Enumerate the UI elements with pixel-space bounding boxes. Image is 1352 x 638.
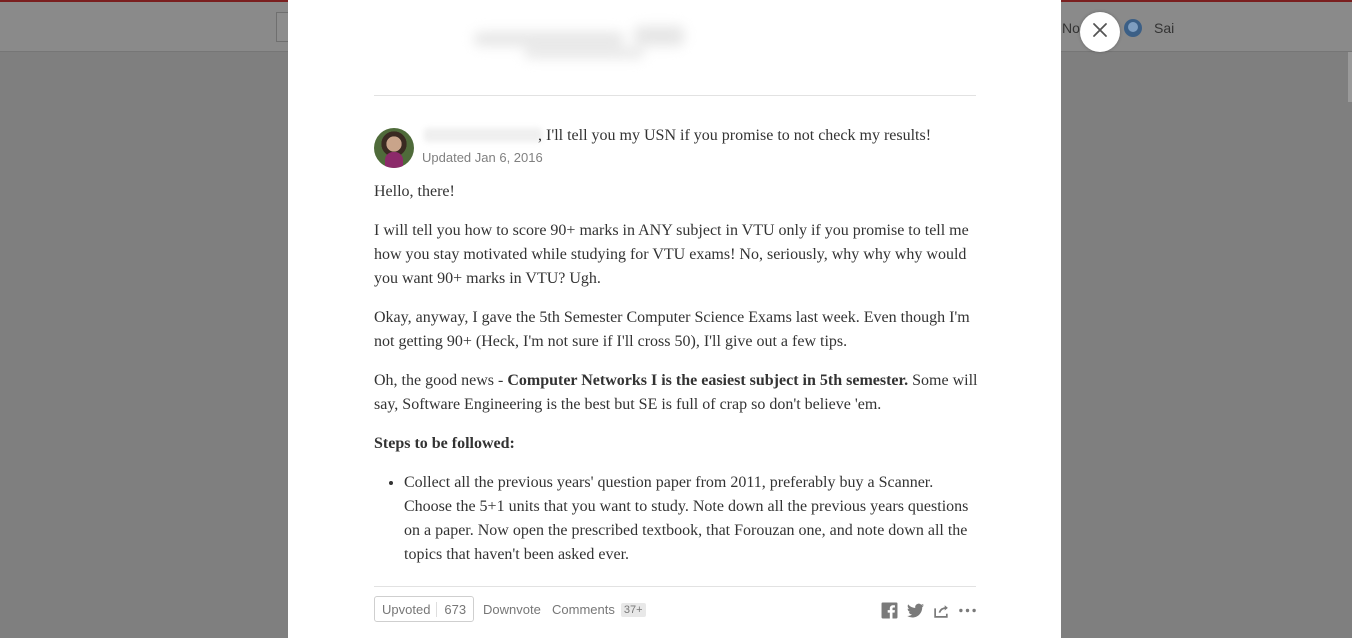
- steps-list: Collect all the previous years' question…: [374, 471, 978, 567]
- paragraph-text: Oh, the good news -: [374, 372, 508, 389]
- steps-heading: Steps to be followed:: [374, 435, 515, 452]
- background-scrollbar: [1348, 52, 1352, 102]
- downvote-button[interactable]: Downvote: [483, 602, 541, 617]
- author-name-redacted[interactable]: [424, 128, 542, 142]
- comments-label: Comments: [552, 602, 615, 617]
- comments-button[interactable]: Comments 37+: [552, 602, 646, 617]
- facebook-icon[interactable]: [880, 601, 898, 619]
- answer-body: Hello, there! I will tell you how to sco…: [374, 180, 978, 567]
- share-icon[interactable]: [932, 601, 950, 619]
- bold-text: Computer Networks I is the easiest subje…: [507, 372, 909, 389]
- paragraph: I will tell you how to score 90+ marks i…: [374, 222, 969, 287]
- action-bar: Upvoted 673 Downvote Comments 37+: [374, 586, 976, 638]
- background-nav-item: Notifications: [1062, 20, 1080, 36]
- answer-updated-date[interactable]: Updated Jan 6, 2016: [422, 150, 543, 165]
- close-icon: [1092, 22, 1108, 43]
- author-credential: , I'll tell you my USN if you promise to…: [538, 127, 932, 144]
- paragraph: Hello, there!: [374, 183, 455, 200]
- user-name: Sai: [1154, 20, 1175, 36]
- author-avatar[interactable]: [374, 128, 414, 168]
- blurred-previous-content: [464, 18, 694, 68]
- upvote-count: 673: [436, 601, 473, 617]
- paragraph: Oh, the good news - Computer Networks I …: [374, 369, 978, 417]
- comments-count: 37+: [620, 602, 646, 617]
- more-icon[interactable]: [958, 601, 976, 619]
- answer-modal: , I'll tell you my USN if you promise to…: [288, 0, 1061, 638]
- upvote-button[interactable]: Upvoted 673: [374, 596, 475, 622]
- share-icons: [880, 601, 976, 619]
- twitter-icon[interactable]: [906, 601, 924, 619]
- upvote-label: Upvoted: [382, 601, 431, 617]
- close-button[interactable]: [1080, 12, 1120, 52]
- user-avatar: [1124, 19, 1142, 37]
- list-item: Collect all the previous years' question…: [404, 471, 978, 567]
- divider: [374, 95, 976, 96]
- paragraph: Okay, anyway, I gave the 5th Semester Co…: [374, 309, 970, 350]
